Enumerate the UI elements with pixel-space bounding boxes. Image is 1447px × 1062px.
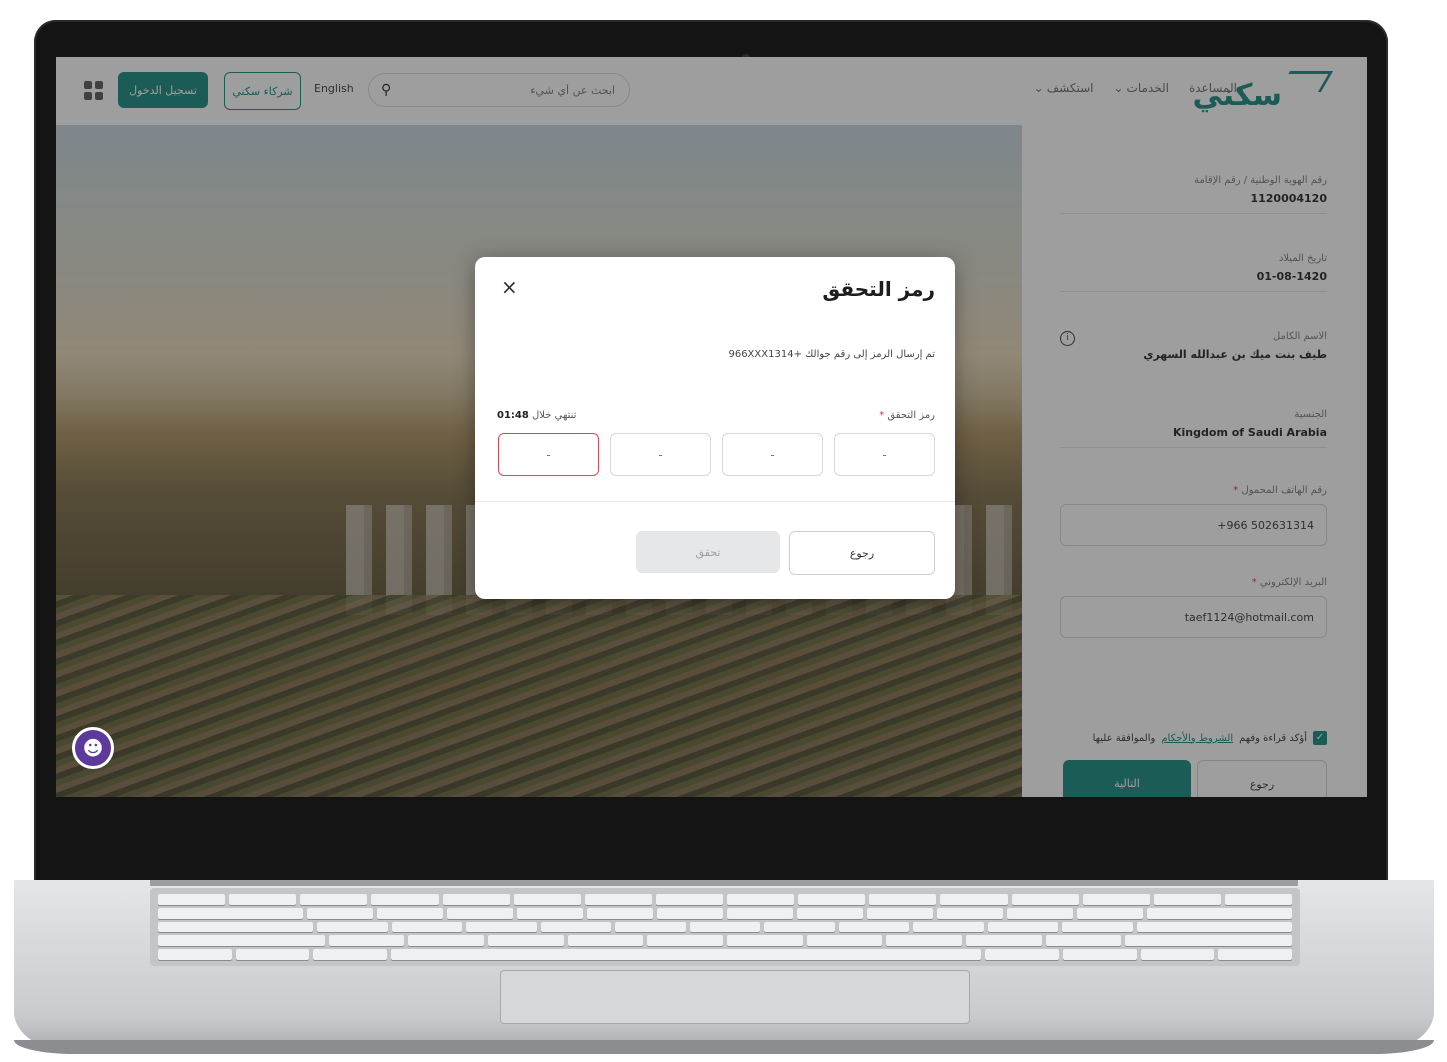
trackpad	[500, 970, 970, 1024]
verify-button[interactable]: تحقق	[636, 531, 780, 573]
otp-digit-1[interactable]: -	[834, 433, 935, 476]
accessibility-button[interactable]: ☻	[72, 727, 114, 769]
otp-timer: تنتهي خلال 01:48	[497, 410, 576, 421]
otp-digit-3[interactable]: -	[610, 433, 711, 476]
otp-label-text: رمز التحقق	[887, 410, 935, 421]
modal-message: تم إرسال الرمز إلى رقم جوالك +966XXX1314	[728, 349, 935, 360]
modal-title: رمز التحقق	[822, 277, 935, 301]
laptop-base-lip	[14, 1040, 1434, 1054]
verification-modal: رمز التحقق × تم إرسال الرمز إلى رقم جوال…	[475, 257, 955, 599]
timer-prefix: تنتهي خلال	[532, 410, 577, 421]
otp-digit-4[interactable]: -	[498, 433, 599, 476]
required-mark: *	[879, 410, 885, 421]
otp-digit-2[interactable]: -	[722, 433, 823, 476]
keyboard	[150, 888, 1300, 966]
otp-label: رمز التحقق *	[879, 410, 935, 421]
modal-back-button[interactable]: رجوع	[789, 531, 935, 575]
modal-divider	[475, 501, 955, 502]
laptop-screen: تسجيل الدخول شركاء سكني English ⚲ المساع…	[56, 57, 1367, 797]
timer-value: 01:48	[497, 410, 529, 421]
laptop-hinge	[150, 880, 1298, 886]
close-icon[interactable]: ×	[501, 275, 518, 299]
accessibility-icon: ☻	[82, 736, 104, 760]
